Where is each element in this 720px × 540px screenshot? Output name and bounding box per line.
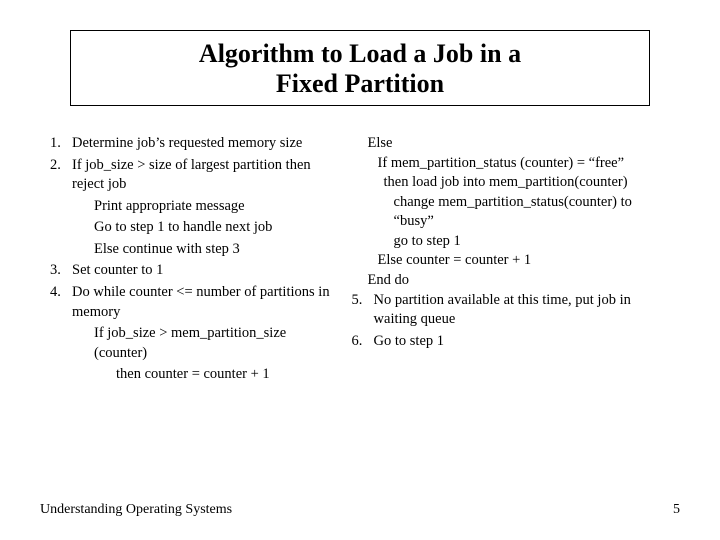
step-3-text: Set counter to 1: [72, 261, 340, 281]
step-2a: Print appropriate message: [50, 197, 340, 217]
r-else-counter: Else counter = counter + 1: [352, 251, 670, 271]
step-1-text: Determine job’s requested memory size: [72, 134, 340, 154]
step-4-num: 4.: [50, 283, 72, 322]
step-4b-text: then counter = counter + 1: [72, 365, 340, 385]
step-2a-text: Print appropriate message: [72, 197, 340, 217]
right-column: Else If mem_partition_status (counter) =…: [352, 134, 670, 387]
step-2c-text: Else continue with step 3: [72, 240, 340, 260]
left-steps: 1. Determine job’s requested memory size…: [50, 134, 340, 385]
step-2: 2. If job_size > size of largest partiti…: [50, 156, 340, 195]
title-line-1: Algorithm to Load a Job in a: [71, 39, 649, 69]
step-3-num: 3.: [50, 261, 72, 281]
r-enddo: End do: [352, 271, 670, 291]
step-6: 6. Go to step 1: [352, 332, 670, 352]
step-3: 3. Set counter to 1: [50, 261, 340, 281]
r-else: Else: [352, 134, 670, 154]
step-2b-text: Go to step 1 to handle next job: [72, 218, 340, 238]
step-5-num: 5.: [352, 291, 374, 330]
step-1-num: 1.: [50, 134, 72, 154]
footer-left: Understanding Operating Systems: [40, 502, 232, 518]
step-6-text: Go to step 1: [374, 332, 670, 352]
left-column: 1. Determine job’s requested memory size…: [50, 134, 340, 387]
step-2b: Go to step 1 to handle next job: [50, 218, 340, 238]
step-2c: Else continue with step 3: [50, 240, 340, 260]
step-4b: then counter = counter + 1: [50, 365, 340, 385]
step-6-num: 6.: [352, 332, 374, 352]
step-5-text: No partition available at this time, put…: [374, 291, 670, 330]
step-4a-text: If job_size > mem_partition_size (counte…: [72, 324, 340, 363]
r-then-load: then load job into mem_partition(counter…: [352, 173, 670, 193]
step-2-num: 2.: [50, 156, 72, 195]
title-box: Algorithm to Load a Job in a Fixed Parti…: [70, 30, 650, 106]
r-if-free: If mem_partition_status (counter) = “fre…: [352, 154, 670, 174]
footer: Understanding Operating Systems 5: [40, 502, 680, 518]
right-steps: 5. No partition available at this time, …: [352, 291, 670, 352]
step-2-text: If job_size > size of largest partition …: [72, 156, 340, 195]
step-4a: If job_size > mem_partition_size (counte…: [50, 324, 340, 363]
step-5: 5. No partition available at this time, …: [352, 291, 670, 330]
step-4-text: Do while counter <= number of partitions…: [72, 283, 340, 322]
r-goto1: go to step 1: [352, 232, 670, 252]
title-line-2: Fixed Partition: [71, 69, 649, 99]
content-columns: 1. Determine job’s requested memory size…: [50, 134, 670, 387]
page-number: 5: [673, 502, 680, 518]
step-4: 4. Do while counter <= number of partiti…: [50, 283, 340, 322]
step-1: 1. Determine job’s requested memory size: [50, 134, 340, 154]
r-change-busy: change mem_partition_status(counter) to …: [352, 193, 670, 232]
